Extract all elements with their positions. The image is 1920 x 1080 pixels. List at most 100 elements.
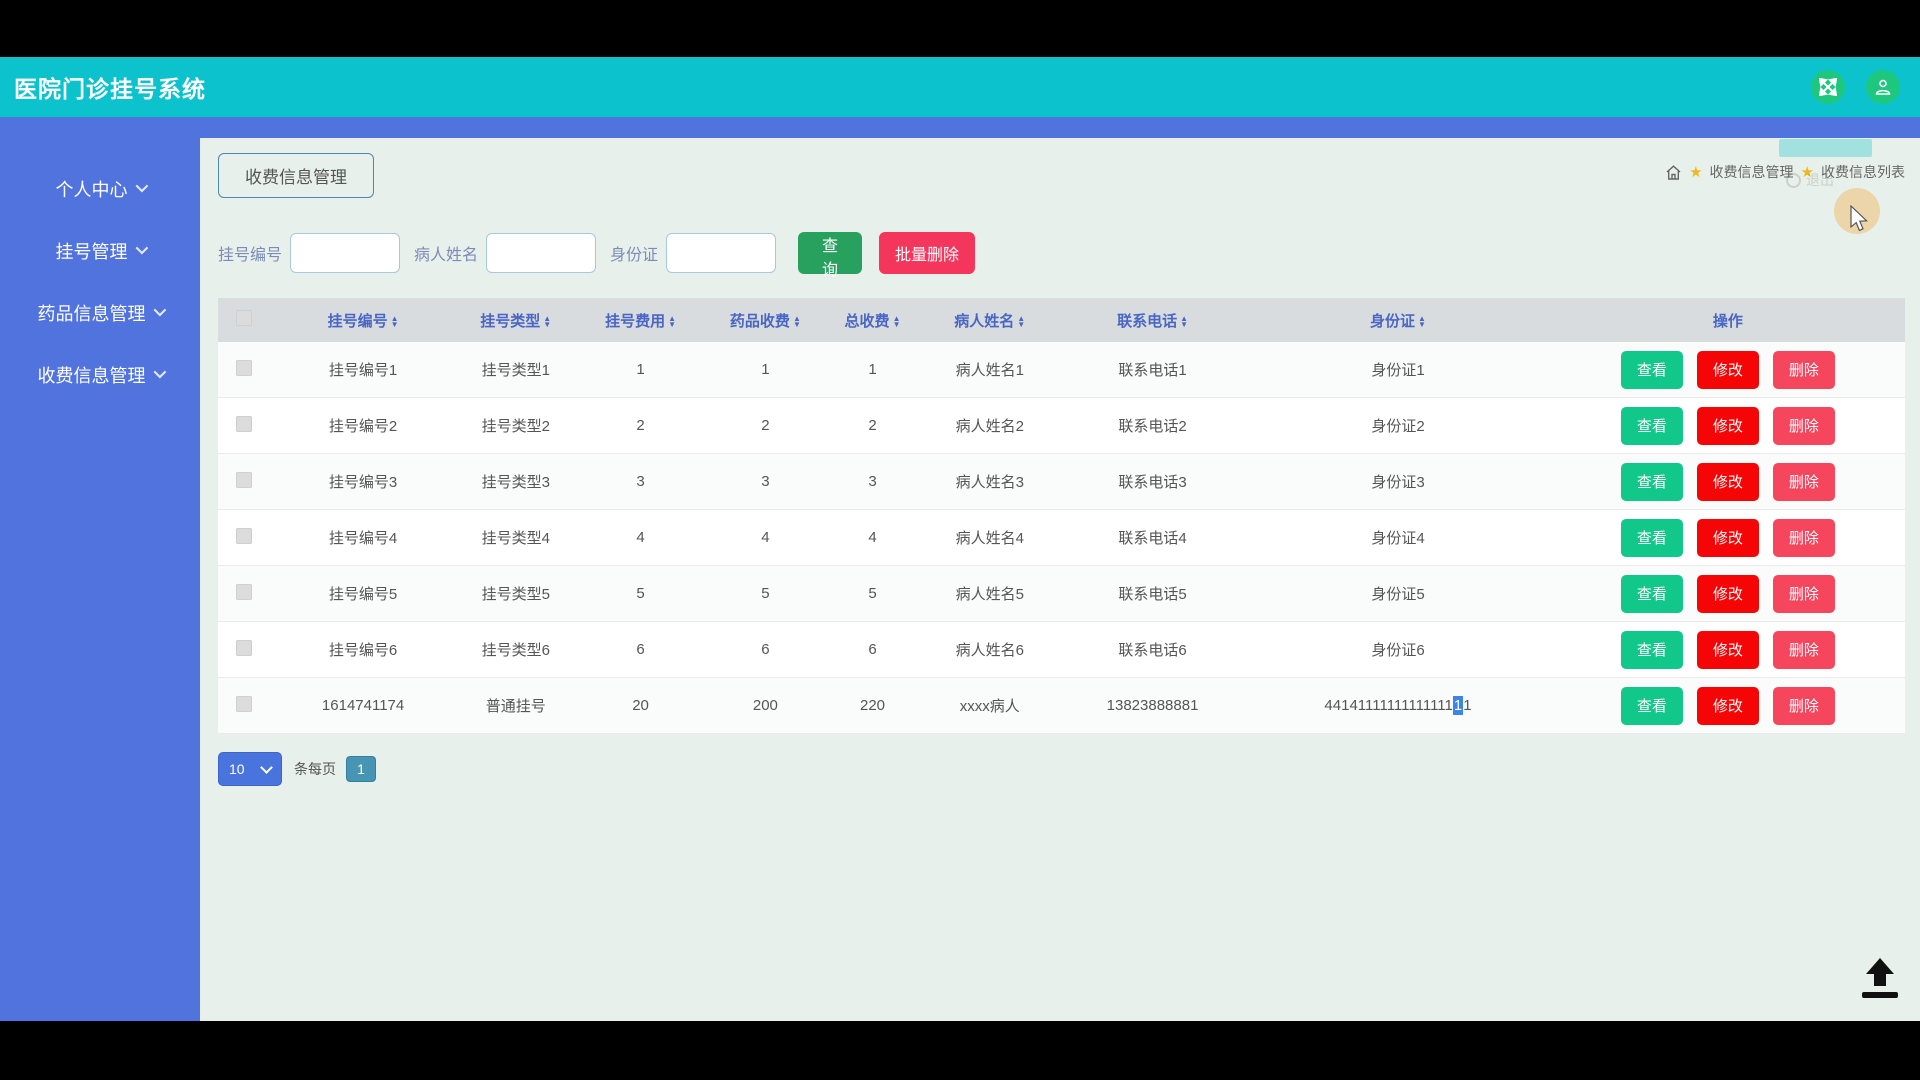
delete-button[interactable]: 删除: [1772, 574, 1835, 613]
cell-patient: 病人姓名5: [955, 586, 1024, 603]
column-header-reg_fee[interactable]: 挂号费用 ▲ ▼: [575, 298, 706, 342]
edit-button[interactable]: 修改: [1696, 518, 1759, 557]
column-header-label: 身份证: [1370, 312, 1416, 330]
sort-icon[interactable]: ▲ ▼: [543, 314, 551, 328]
column-header-patient[interactable]: 病人姓名 ▲ ▼: [919, 298, 1060, 342]
edit-button[interactable]: 修改: [1696, 350, 1759, 389]
row-checkbox[interactable]: [236, 527, 253, 544]
row-checkbox[interactable]: [236, 639, 253, 656]
search-form: 挂号编号 病人姓名 身份证 查询 批量删除: [218, 232, 1905, 279]
upload-button[interactable]: [1852, 956, 1908, 1005]
page-1-button[interactable]: 1: [346, 756, 376, 782]
chevron-down-icon: [153, 365, 166, 378]
sort-icon[interactable]: ▲ ▼: [793, 314, 801, 328]
row-checkbox[interactable]: [236, 695, 253, 712]
select-all-checkbox[interactable]: [236, 310, 253, 326]
view-button[interactable]: 查看: [1620, 462, 1683, 501]
sort-icon[interactable]: ▲ ▼: [893, 314, 901, 328]
row-actions: 查看 修改 删除: [1551, 518, 1905, 557]
ghost-logout: 退出: [1786, 170, 1834, 190]
edit-button[interactable]: 修改: [1696, 686, 1759, 725]
ghost-panel: [1779, 139, 1872, 157]
cell-med_fee: 1: [761, 361, 770, 378]
cell-phone: 联系电话6: [1118, 642, 1187, 659]
delete-button[interactable]: 删除: [1772, 518, 1835, 557]
column-header-reg_type[interactable]: 挂号类型 ▲ ▼: [455, 298, 576, 342]
cell-total_fee: 2: [868, 417, 877, 434]
view-button[interactable]: 查看: [1620, 518, 1683, 557]
column-header-id_card[interactable]: 身份证 ▲ ▼: [1245, 298, 1551, 342]
view-button[interactable]: 查看: [1620, 574, 1683, 613]
sort-icon[interactable]: ▲ ▼: [668, 314, 676, 328]
view-button[interactable]: 查看: [1620, 630, 1683, 669]
sort-icon[interactable]: ▲ ▼: [1180, 314, 1188, 328]
delete-button[interactable]: 删除: [1772, 686, 1835, 725]
row-checkbox[interactable]: [236, 471, 253, 488]
table-header-row: 挂号编号 ▲ ▼ 挂号类型 ▲ ▼ 挂号费用 ▲ ▼ 药品收费 ▲ ▼ 总收费 ▲ ▼ 病人姓名 ▲ ▼ 联系电话 ▲…: [218, 298, 1905, 342]
view-button[interactable]: 查看: [1620, 406, 1683, 445]
sidebar-item-4[interactable]: 收费信息管理: [0, 344, 200, 406]
delete-button[interactable]: 删除: [1772, 462, 1835, 501]
view-button[interactable]: 查看: [1620, 686, 1683, 725]
view-button[interactable]: 查看: [1620, 350, 1683, 389]
cell-id_card: 身份证3: [1371, 474, 1425, 491]
fullscreen-button[interactable]: [1811, 70, 1845, 104]
sort-icon[interactable]: ▲ ▼: [1017, 314, 1025, 328]
home-icon[interactable]: [1665, 164, 1682, 181]
row-checkbox[interactable]: [236, 583, 253, 600]
sidebar-item-3[interactable]: 药品信息管理: [0, 282, 200, 344]
sort-icon[interactable]: ▲ ▼: [1418, 314, 1426, 328]
text-selection: 1: [1452, 696, 1464, 715]
row-checkbox[interactable]: [236, 415, 253, 432]
column-header-reg_no[interactable]: 挂号编号 ▲ ▼: [270, 298, 456, 342]
tab-fee-info-management[interactable]: 收费信息管理: [218, 153, 374, 198]
edit-button[interactable]: 修改: [1696, 630, 1759, 669]
chevron-down-icon: [260, 760, 273, 774]
table-row: 1614741174 普通挂号 20 200 220 xxxx病人 13823888881 4…: [218, 677, 1905, 734]
top-bar: 医院门诊挂号系统: [0, 57, 1920, 117]
cell-patient: 病人姓名2: [955, 418, 1024, 435]
delete-button[interactable]: 删除: [1772, 350, 1835, 389]
cell-phone: 联系电话4: [1118, 530, 1187, 547]
column-header-label: 联系电话: [1117, 312, 1178, 330]
page-size-select[interactable]: 10: [218, 752, 282, 786]
row-actions: 查看 修改 删除: [1551, 574, 1905, 613]
chevron-down-icon: [135, 179, 148, 192]
search-input-3[interactable]: [666, 233, 777, 273]
cell-reg_no: 挂号编号5: [328, 586, 398, 603]
delete-button[interactable]: 删除: [1772, 406, 1835, 445]
column-header-med_fee[interactable]: 药品收费 ▲ ▼: [705, 298, 826, 342]
batch-delete-button[interactable]: 批量删除: [879, 232, 976, 274]
edit-button[interactable]: 修改: [1696, 462, 1759, 501]
app-window: 医院门诊挂号系统 个人中心 挂号管理 药品信息管理 收费信息管理 收费信息管理 …: [0, 57, 1920, 1021]
search-input-2[interactable]: [486, 233, 597, 273]
column-header-phone[interactable]: 联系电话 ▲ ▼: [1059, 298, 1246, 342]
sort-icon[interactable]: ▲ ▼: [391, 314, 399, 328]
cell-phone: 联系电话3: [1118, 474, 1187, 491]
sidebar-item-1[interactable]: 个人中心: [0, 158, 200, 220]
edit-button[interactable]: 修改: [1696, 574, 1759, 613]
delete-button[interactable]: 删除: [1772, 630, 1835, 669]
cell-id_card: 4414111111111111111: [1324, 696, 1472, 715]
ghost-logout-label: 退出: [1806, 172, 1834, 188]
breadcrumb-fee-info-management[interactable]: 收费信息管理: [1710, 162, 1794, 182]
search-input-1[interactable]: [290, 233, 401, 273]
column-header-label: 药品收费: [729, 312, 790, 330]
column-header-label: 病人姓名: [954, 312, 1015, 330]
column-header-total_fee[interactable]: 总收费 ▲ ▼: [825, 298, 920, 342]
edit-button[interactable]: 修改: [1696, 406, 1759, 445]
cell-reg_no: 挂号编号6: [328, 642, 398, 659]
query-button[interactable]: 查询: [798, 232, 863, 279]
row-actions: 查看 修改 删除: [1551, 686, 1905, 725]
sidebar-item-2[interactable]: 挂号管理: [0, 220, 200, 282]
cell-id_card: 身份证5: [1371, 586, 1425, 603]
content-area: 收费信息管理 ★ 收费信息管理 ★ 收费信息列表 挂号编号 病人姓名 身份证 查询: [200, 138, 1920, 1021]
cell-reg_fee: 4: [636, 529, 645, 546]
cell-reg_fee: 6: [636, 641, 645, 658]
sidebar-item-label: 个人中心: [55, 180, 128, 200]
cell-reg_fee: 20: [632, 697, 649, 714]
user-icon: [1874, 78, 1892, 96]
cell-reg_fee: 2: [636, 417, 645, 434]
row-checkbox[interactable]: [236, 359, 253, 376]
user-button[interactable]: [1866, 70, 1900, 104]
